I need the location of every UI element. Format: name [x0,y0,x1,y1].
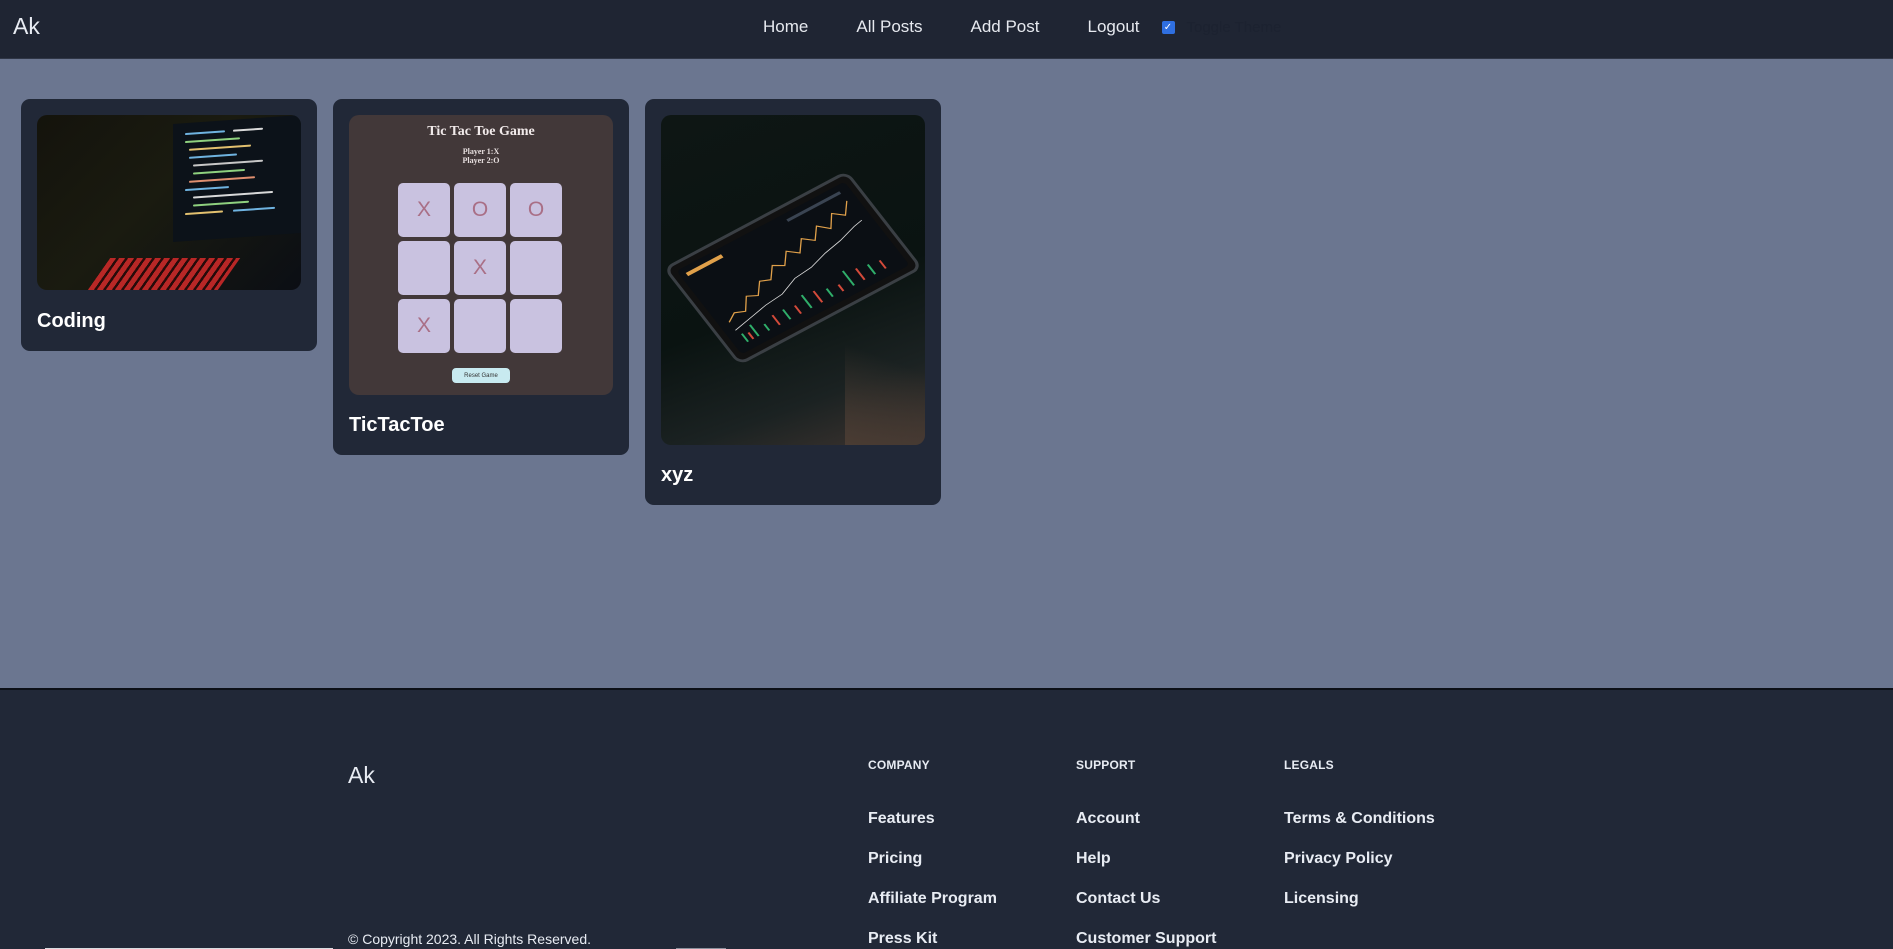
tictactoe-board: X O O X X [398,183,566,353]
post-title[interactable]: TicTacToe [349,414,445,437]
keyboard-image [87,258,241,290]
footer-link-contact-us[interactable]: Contact Us [1076,890,1160,908]
brand-logo[interactable]: Ak [13,13,40,40]
footer-heading: LEGALS [1284,758,1334,772]
tictactoe-cell: O [454,183,506,237]
post-card-tictactoe[interactable]: Tic Tac Toe Game Player 1:X Player 2:O X… [333,99,629,455]
tictactoe-reset-button: Reset Game [452,368,510,383]
desk-image [845,305,925,445]
copyright-text: © Copyright 2023. All Rights Reserved. [348,931,591,947]
tictactoe-cell [510,241,562,295]
footer-column-legals: LEGALS Terms & Conditions Privacy Policy… [1284,758,1435,907]
footer-heading: COMPANY [868,758,930,772]
tictactoe-player2: Player 2:O [462,156,500,165]
theme-toggle[interactable]: ✓ Toggle Theme [1161,18,1282,36]
laptop-screen-image [173,115,301,242]
footer-link-terms-conditions[interactable]: Terms & Conditions [1284,810,1435,828]
nav-links: Home All Posts Add Post Logout ✓ Toggle … [741,17,1281,37]
footer-link-privacy-policy[interactable]: Privacy Policy [1284,850,1393,868]
post-title[interactable]: Coding [37,310,106,333]
tictactoe-preview-title: Tic Tac Toe Game [427,124,535,139]
footer-link-customer-support[interactable]: Customer Support [1076,930,1216,948]
tictactoe-cell [398,241,450,295]
tictactoe-player1: Player 1:X [462,147,500,156]
navbar: Ak Home All Posts Add Post Logout ✓ Togg… [0,0,1893,59]
footer-column-company: COMPANY Features Pricing Affiliate Progr… [868,758,997,947]
footer-column-support: SUPPORT Account Help Contact Us Customer… [1076,758,1216,947]
post-card-xyz[interactable]: xyz [645,99,941,505]
nav-link-home[interactable]: Home [763,17,808,37]
tictactoe-cell: O [510,183,562,237]
footer-link-licensing[interactable]: Licensing [1284,890,1359,908]
footer-link-help[interactable]: Help [1076,850,1111,868]
post-thumbnail[interactable] [37,115,301,290]
footer: Ak COMPANY Features Pricing Affiliate Pr… [0,688,1893,949]
nav-link-logout[interactable]: Logout [1088,17,1140,37]
footer-link-affiliate-program[interactable]: Affiliate Program [868,890,997,908]
post-title[interactable]: xyz [661,464,693,487]
nav-link-all-posts[interactable]: All Posts [856,17,922,37]
tictactoe-cell [454,299,506,353]
nav-link-add-post[interactable]: Add Post [971,17,1040,37]
post-thumbnail[interactable]: Tic Tac Toe Game Player 1:X Player 2:O X… [349,115,613,395]
footer-heading: SUPPORT [1076,758,1136,772]
footer-link-press-kit[interactable]: Press Kit [868,930,937,948]
theme-toggle-checkbox[interactable]: ✓ [1161,20,1175,34]
post-thumbnail[interactable] [661,115,925,445]
tictactoe-cell: X [454,241,506,295]
footer-link-pricing[interactable]: Pricing [868,850,922,868]
post-card-coding[interactable]: Coding [21,99,317,351]
tictactoe-cell [510,299,562,353]
tictactoe-cell: X [398,299,450,353]
tictactoe-cell: X [398,183,450,237]
footer-link-features[interactable]: Features [868,810,935,828]
theme-toggle-label: Toggle Theme [1186,18,1282,36]
footer-link-account[interactable]: Account [1076,810,1140,828]
footer-brand-logo[interactable]: Ak [348,762,375,789]
